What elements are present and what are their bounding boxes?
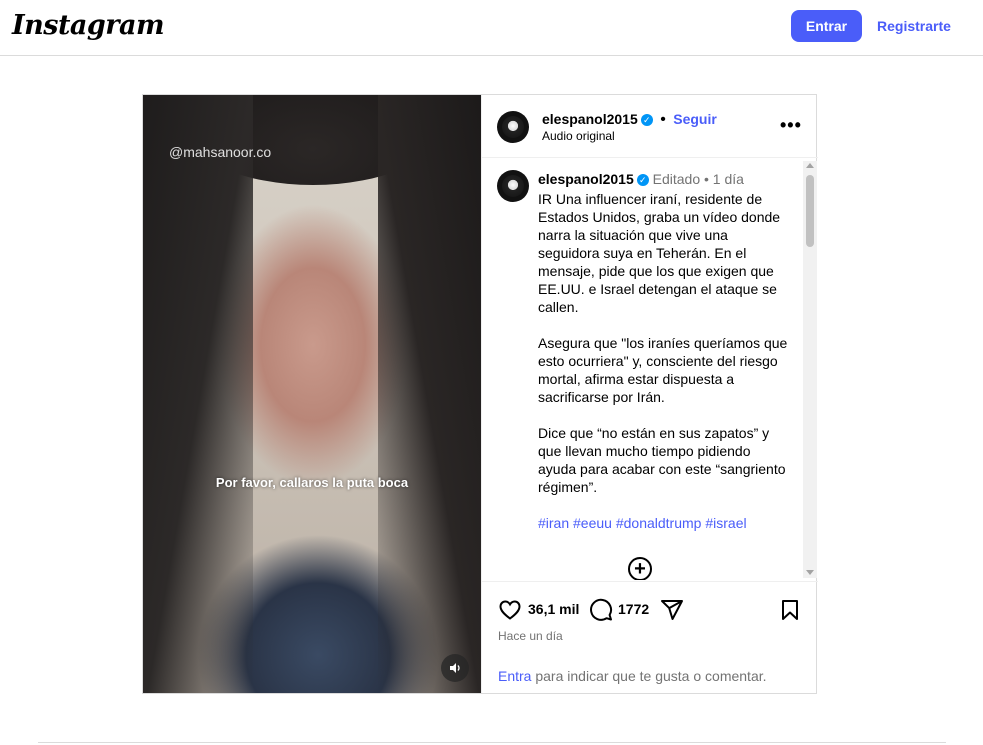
share-icon[interactable] bbox=[660, 598, 684, 622]
post-time-ago: Hace un día bbox=[498, 629, 563, 643]
heart-icon[interactable] bbox=[498, 598, 522, 622]
footer-divider bbox=[38, 742, 946, 743]
caption-text: IR Una influencer iraní, residente de Es… bbox=[538, 190, 790, 550]
caption-time: 1 día bbox=[712, 171, 744, 187]
video-subtitle: Por favor, callaros la puta boca bbox=[215, 475, 409, 490]
comments-scrollbar[interactable] bbox=[803, 161, 817, 578]
post-username[interactable]: elespanol2015 bbox=[542, 111, 638, 127]
audio-toggle-button[interactable] bbox=[441, 654, 469, 682]
caption-paragraph: Asegura que "los iraníes queríamos que e… bbox=[538, 335, 788, 405]
avatar[interactable] bbox=[497, 111, 529, 143]
post-actions: 36,1 mil 1772 Hace un día Entra para ind… bbox=[482, 581, 818, 693]
top-navbar: Instagram Entrar Registrarte bbox=[0, 0, 983, 56]
audio-icon bbox=[450, 663, 460, 673]
verified-icon: ✓ bbox=[640, 113, 653, 126]
caption-header: elespanol2015 ✓ Editado • 1 día bbox=[538, 171, 744, 187]
more-icon[interactable]: ••• bbox=[780, 115, 802, 136]
register-link[interactable]: Registrarte bbox=[877, 18, 951, 34]
add-comment-icon[interactable]: + bbox=[628, 557, 652, 580]
caption-paragraph: Dice que “no están en sus zapatos” y que… bbox=[538, 425, 786, 495]
hashtags[interactable]: #iran #eeuu #donaldtrump #israel bbox=[538, 514, 790, 532]
video-frame-decoration bbox=[143, 95, 253, 693]
login-link[interactable]: Entra bbox=[498, 668, 531, 684]
login-prompt-text: para indicar que te gusta o comentar. bbox=[535, 668, 767, 684]
separator-dot: • bbox=[704, 171, 713, 187]
edited-label: Editado bbox=[652, 171, 701, 187]
video-player[interactable]: @mahsanoor.co Por favor, callaros la put… bbox=[143, 95, 481, 693]
comment-icon[interactable] bbox=[589, 598, 613, 622]
verified-icon: ✓ bbox=[636, 174, 649, 187]
follow-button[interactable]: Seguir bbox=[673, 111, 717, 127]
video-watermark: @mahsanoor.co bbox=[169, 144, 272, 160]
login-button[interactable]: Entrar bbox=[791, 10, 862, 42]
scroll-down-arrow-icon[interactable] bbox=[806, 570, 814, 575]
post-details-panel: elespanol2015 ✓ • Seguir Audio original •… bbox=[481, 95, 818, 693]
video-frame-decoration bbox=[378, 95, 481, 693]
post-header: elespanol2015 ✓ • Seguir Audio original •… bbox=[482, 95, 818, 158]
audio-label[interactable]: Audio original bbox=[542, 129, 615, 143]
separator-dot: • bbox=[660, 111, 666, 128]
login-prompt: Entra para indicar que te gusta o coment… bbox=[498, 668, 767, 684]
caption-avatar[interactable] bbox=[497, 170, 529, 202]
scroll-thumb[interactable] bbox=[806, 175, 814, 247]
instagram-logo[interactable]: Instagram bbox=[12, 10, 165, 41]
likes-count[interactable]: 36,1 mil bbox=[528, 601, 579, 617]
post-card: @mahsanoor.co Por favor, callaros la put… bbox=[142, 94, 818, 694]
comments-section[interactable]: elespanol2015 ✓ Editado • 1 día IR Una in… bbox=[482, 159, 818, 580]
scroll-up-arrow-icon[interactable] bbox=[806, 163, 814, 168]
caption-paragraph: IR Una influencer iraní, residente de Es… bbox=[538, 191, 781, 315]
bookmark-icon[interactable] bbox=[778, 598, 802, 622]
caption-username[interactable]: elespanol2015 bbox=[538, 171, 634, 187]
comments-count: 1772 bbox=[618, 601, 650, 617]
